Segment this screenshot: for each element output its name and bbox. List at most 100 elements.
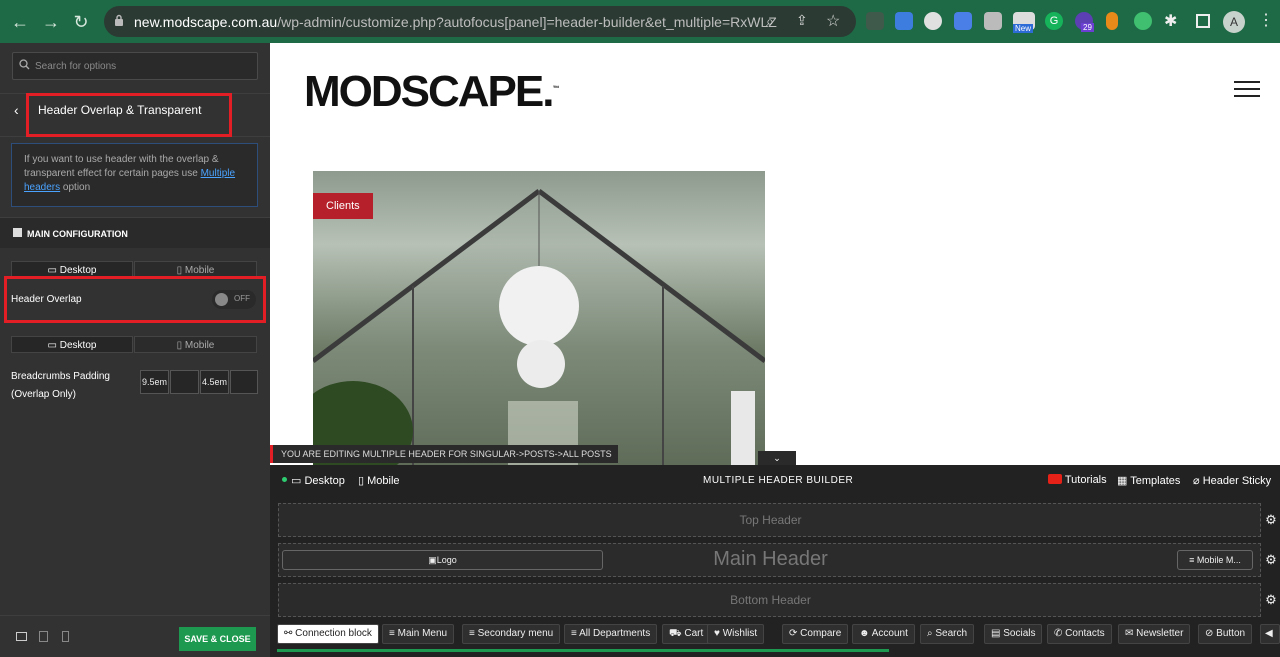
menu-dots-icon[interactable]: ⋮ <box>1258 10 1274 30</box>
forward-icon[interactable]: → <box>40 11 62 33</box>
recycle-extension-icon[interactable] <box>866 12 884 30</box>
logo-block[interactable]: ▣Logo <box>282 550 603 570</box>
builder-device-desktop[interactable]: ▭ Desktop <box>291 474 345 487</box>
header-overlap-toggle[interactable]: OFF <box>212 290 256 309</box>
translate-extension-icon[interactable] <box>954 12 972 30</box>
mobile-icon: ▯ <box>358 475 368 487</box>
mobile-icon: ▯ <box>176 340 185 351</box>
active-dot <box>282 477 287 482</box>
config-icon <box>13 228 22 237</box>
youtube-icon <box>1048 474 1062 484</box>
sidepanel-icon[interactable] <box>1196 14 1210 28</box>
chip-account[interactable]: ☻ Account <box>852 624 915 644</box>
search-input[interactable] <box>33 53 253 79</box>
puzzle-icon[interactable]: ✱ <box>1164 11 1177 31</box>
save-close-button[interactable]: SAVE & CLOSE <box>179 627 256 651</box>
chip-search[interactable]: ⌕ Search <box>920 624 975 644</box>
connection-icon: ⚯ <box>284 628 296 639</box>
grammarly-icon[interactable]: G <box>1045 12 1063 30</box>
back-icon[interactable]: ← <box>9 11 31 33</box>
bottom-header-row[interactable]: Bottom Header <box>278 583 1261 617</box>
site-logo[interactable]: MODSCAPE.™ <box>304 67 559 117</box>
desktop-icon: ▭ <box>291 475 305 487</box>
menu-icon: ≡ <box>469 628 478 639</box>
mobile-menu-block[interactable]: ≡ Mobile M... <box>1177 550 1253 570</box>
preview-mobile-icon[interactable] <box>62 631 69 642</box>
browser-toolbar: ← → ↻ new.modscape.com.au/wp-admin/custo… <box>0 0 1280 43</box>
collapse-builder-icon[interactable]: ⌄ <box>758 451 796 465</box>
menu-icon: ≡ <box>571 628 580 639</box>
grid-icon: ▦ <box>1117 475 1131 487</box>
chip-connection-block[interactable]: ⚯ Connection block <box>277 624 379 644</box>
chip-socials[interactable]: ▤ Socials <box>984 624 1043 644</box>
color-extension-icon[interactable] <box>1134 12 1152 30</box>
category-badge[interactable]: Clients <box>313 193 373 219</box>
header-sticky-link[interactable]: ⌀ Header Sticky <box>1193 474 1271 487</box>
globe-extension-icon[interactable] <box>924 12 942 30</box>
chip-wishlist[interactable]: ♥ Wishlist <box>707 624 765 644</box>
padding-bottom-input[interactable]: 4.5em <box>200 370 229 394</box>
user-icon: ☻ <box>859 628 872 639</box>
desktop-icon: ▭ <box>47 265 60 276</box>
share-icon[interactable]: ⇪ <box>796 12 808 29</box>
chip-cart[interactable]: ⛟ Cart <box>662 624 711 644</box>
bottom-header-gear-icon[interactable]: ⚙ <box>1264 593 1278 607</box>
image-icon: ▣ <box>428 555 437 565</box>
tutorials-link[interactable]: Tutorials <box>1048 474 1107 486</box>
builder-device-mobile[interactable]: ▯ Mobile <box>358 474 400 487</box>
chip-button[interactable]: ⊘ Button <box>1198 624 1253 644</box>
chip-compare[interactable]: ⟳ Compare <box>782 624 849 644</box>
chip-main-menu[interactable]: ≡ Main Menu <box>382 624 455 644</box>
panel-title: Header Overlap & Transparent <box>38 103 202 117</box>
search-icon <box>19 59 30 70</box>
heart-icon: ♥ <box>714 628 723 639</box>
profile-avatar[interactable]: A <box>1223 11 1245 33</box>
address-bar[interactable]: new.modscape.com.au/wp-admin/customize.p… <box>104 6 856 37</box>
link-icon: ⊘ <box>1205 628 1217 639</box>
padding-top-input[interactable]: 9.5em <box>140 370 169 394</box>
header-overlap-label: Header Overlap <box>11 294 82 305</box>
padding-left-input[interactable] <box>230 370 258 394</box>
templates-link[interactable]: ▦ Templates <box>1117 474 1180 487</box>
greenhouse-photo[interactable]: Clients <box>313 171 765 465</box>
new-badge: New <box>1013 24 1034 33</box>
editing-notice: YOU ARE EDITING MULTIPLE HEADER FOR SING… <box>270 445 618 463</box>
chips-scrollbar[interactable] <box>277 649 889 652</box>
bookmark-star-icon[interactable]: ☆ <box>826 11 840 31</box>
url-text: new.modscape.com.au/wp-admin/customize.p… <box>134 14 777 30</box>
padding-right-input[interactable] <box>170 370 199 394</box>
chip-contacts[interactable]: ✆ Contacts <box>1047 624 1112 644</box>
chip-secondary-menu[interactable]: ≡ Secondary menu <box>462 624 561 644</box>
new-extension-icon[interactable]: New <box>1013 12 1035 33</box>
pin-icon: ⌀ <box>1193 475 1203 487</box>
purple-extension-icon[interactable]: 29 <box>1075 12 1094 32</box>
section-title: MAIN CONFIGURATION <box>27 229 128 239</box>
customizer-sidebar: ‹ Header Overlap & Transparent If you wa… <box>0 43 270 657</box>
zoom-icon[interactable]: ⌕ <box>766 13 774 30</box>
social-icon: ▤ <box>991 628 1004 639</box>
camera-extension-icon[interactable] <box>984 12 1002 30</box>
top-header-gear-icon[interactable]: ⚙ <box>1264 513 1278 527</box>
top-header-row[interactable]: Top Header <box>278 503 1261 537</box>
orange-extension-icon[interactable] <box>1106 12 1118 30</box>
compare-icon: ⟳ <box>789 628 801 639</box>
menu-icon: ≡ <box>389 628 398 639</box>
desktop-icon: ▭ <box>47 340 60 351</box>
builder-title: MULTIPLE HEADER BUILDER <box>703 475 854 486</box>
menu-icon: ≡ <box>1189 555 1197 565</box>
tab-mobile-2[interactable]: ▯ Mobile <box>134 336 257 353</box>
chip-newsletter[interactable]: ✉ Newsletter <box>1118 624 1191 644</box>
search-box[interactable] <box>12 52 258 80</box>
chip-more[interactable]: ◀ <box>1260 624 1280 644</box>
hamburger-menu-icon[interactable] <box>1234 81 1260 97</box>
preview-tablet-icon[interactable] <box>39 631 48 642</box>
docs-extension-icon[interactable] <box>895 12 913 30</box>
toggle-state: OFF <box>234 294 250 303</box>
back-chevron-icon[interactable]: ‹ <box>14 102 19 118</box>
main-header-row[interactable]: Main Header ▣Logo ≡ Mobile M... <box>278 543 1261 577</box>
tab-desktop-2[interactable]: ▭ Desktop <box>11 336 133 353</box>
reload-icon[interactable]: ↻ <box>70 11 92 33</box>
chip-all-departments[interactable]: ≡ All Departments <box>564 624 658 644</box>
preview-desktop-icon[interactable] <box>16 632 27 641</box>
main-header-gear-icon[interactable]: ⚙ <box>1264 553 1278 567</box>
